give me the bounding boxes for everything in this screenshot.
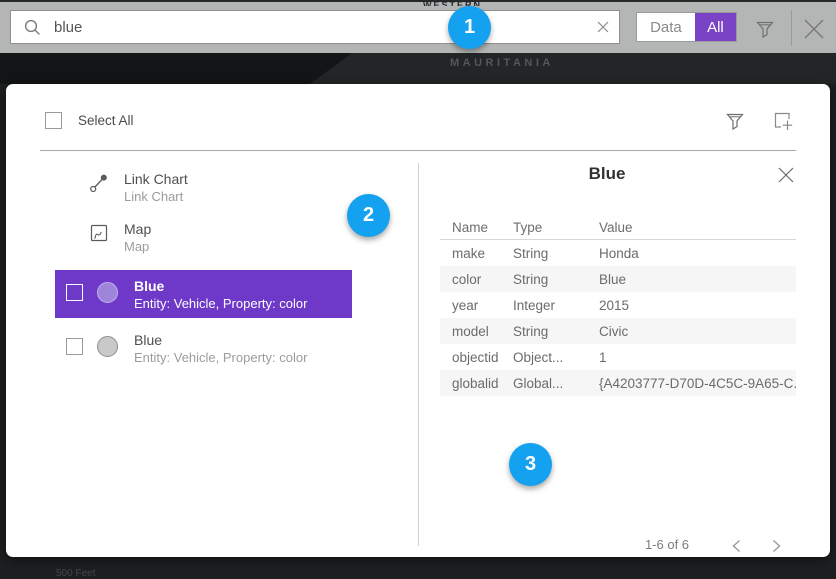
callout-badge-2: 2 — [347, 194, 390, 237]
table-row: make String Honda — [440, 240, 796, 266]
list-detail-divider — [418, 163, 419, 546]
map-scale-label: 500 Feet — [56, 568, 95, 579]
result-title: Link Chart — [124, 170, 188, 188]
filter-funnel-icon — [724, 110, 746, 132]
search-input[interactable]: blue — [10, 10, 587, 44]
table-header-row: Name Type Value — [440, 215, 796, 240]
scope-option-data[interactable]: Data — [637, 13, 695, 41]
column-header-type: Type — [513, 220, 599, 235]
pagination-range-label: 1-6 of 6 — [597, 537, 737, 552]
column-header-name: Name — [440, 220, 513, 235]
detail-title: Blue — [418, 164, 796, 184]
toolbar-divider — [791, 10, 792, 46]
filter-button[interactable] — [752, 16, 778, 42]
search-results-panel: Select All Link Chart Link Chart — [6, 84, 830, 557]
attribute-table: Name Type Value make String Honda color … — [440, 215, 796, 396]
entity-dot-icon — [97, 282, 118, 303]
column-header-value: Value — [599, 220, 796, 235]
table-body: make String Honda color String Blue year… — [440, 240, 796, 396]
result-title: Blue — [134, 331, 307, 349]
clear-icon — [597, 21, 609, 33]
result-checkbox[interactable] — [66, 284, 83, 301]
result-item-blue-selected[interactable]: Blue Entity: Vehicle, Property: color — [55, 270, 352, 318]
link-chart-icon — [88, 172, 110, 194]
table-row: model String Civic — [440, 318, 796, 344]
table-row: objectid Object... 1 — [440, 344, 796, 370]
result-checkbox[interactable] — [66, 338, 83, 355]
select-all-label: Select All — [78, 113, 134, 128]
add-to-selection-button[interactable] — [770, 108, 796, 134]
result-item-blue[interactable]: Blue Entity: Vehicle, Property: color — [55, 324, 352, 372]
close-icon — [777, 166, 795, 184]
clear-search-button[interactable] — [586, 10, 620, 44]
scope-option-all[interactable]: All — [695, 13, 736, 41]
map-label-western: WESTERN — [423, 0, 482, 6]
close-icon — [802, 17, 826, 41]
map-background: MAURITANIA — [0, 53, 836, 84]
callout-badge-1: 1 — [448, 6, 491, 49]
result-title: Blue — [134, 277, 307, 295]
scope-toggle: Data All — [636, 12, 737, 42]
search-icon — [23, 18, 42, 37]
result-subtitle: Map — [124, 238, 151, 255]
close-search-button[interactable] — [800, 15, 828, 43]
callout-badge-3: 3 — [509, 443, 552, 486]
result-subtitle: Entity: Vehicle, Property: color — [134, 295, 307, 312]
entity-dot-icon — [97, 336, 118, 357]
panel-divider — [40, 150, 796, 151]
map-label-mauritania: MAURITANIA — [450, 57, 554, 69]
search-query-text: blue — [54, 19, 82, 36]
map-dark-region — [0, 53, 352, 84]
results-filter-button[interactable] — [722, 108, 748, 134]
result-title: Map — [124, 220, 151, 238]
detail-close-button[interactable] — [775, 164, 797, 186]
chevron-left-icon — [732, 539, 741, 553]
table-row: color String Blue — [440, 266, 796, 292]
table-row: year Integer 2015 — [440, 292, 796, 318]
result-item-map[interactable]: Map Map — [88, 220, 368, 264]
result-subtitle: Entity: Vehicle, Property: color — [134, 349, 307, 366]
filter-funnel-icon — [754, 18, 776, 40]
select-all-checkbox[interactable] — [45, 112, 62, 129]
pagination-prev-button[interactable] — [725, 535, 747, 557]
result-subtitle: Link Chart — [124, 188, 188, 205]
pagination-next-button[interactable] — [765, 535, 787, 557]
table-row: globalid Global... {A4203777-D70D-4C5C-9… — [440, 370, 796, 396]
result-item-link-chart[interactable]: Link Chart Link Chart — [88, 170, 368, 214]
map-icon — [88, 222, 110, 244]
map-background-bottom: 500 Feet — [0, 558, 836, 579]
search-toolbar: blue Data All — [0, 0, 836, 53]
chevron-right-icon — [772, 539, 781, 553]
add-selection-icon — [771, 109, 795, 133]
